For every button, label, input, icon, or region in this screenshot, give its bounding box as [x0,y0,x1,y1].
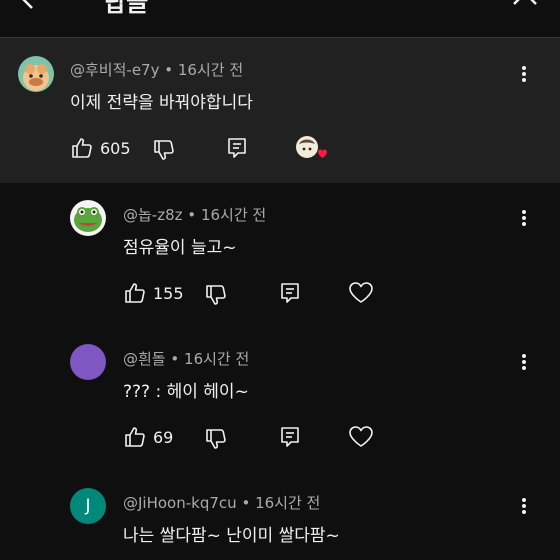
more-vert-icon [522,498,526,502]
more-options-button[interactable] [518,352,530,374]
more-vert-dot [522,222,526,226]
more-vert-icon [522,354,526,358]
thumb-down-icon [154,140,174,160]
more-vert-dot [522,366,526,370]
comment-text: ??? : 헤이 헤이~ [123,382,249,402]
creator-heart-icon [296,136,327,158]
avatar-image [70,200,106,236]
comment-time: 16시간 전 [255,494,321,512]
avatar[interactable] [70,200,106,236]
heart-icon [349,282,373,303]
more-vert-icon [522,66,526,70]
avatar[interactable]: J [70,488,106,524]
more-vert-dot [522,504,526,508]
replies-header: 답글 [0,0,560,38]
like-button[interactable]: 605 [70,136,131,160]
more-vert-dot [522,216,526,220]
like-count: 605 [100,138,131,158]
thumb-up-icon [72,138,92,158]
creator-heart-badge [294,134,328,164]
thumb-up-icon [125,283,145,303]
parent-comment: @후비적-e7y • 16시간 전 이제 전략을 바꿔야합니다 605 [0,38,560,183]
panel-title: 답글 [104,0,149,17]
like-count: 155 [153,283,184,303]
comment-meta: @후비적-e7y • 16시간 전 [70,59,243,80]
reply-item: @놉-z8z • 16시간 전 점유율이 늘고~ 155 [0,183,560,327]
back-button[interactable] [18,0,54,14]
like-button[interactable]: 155 [123,281,184,305]
meta-separator: • [187,206,197,224]
more-options-button[interactable] [518,64,530,86]
avatar[interactable] [70,344,106,380]
more-vert-dot [522,360,526,364]
meta-separator: • [164,61,174,79]
more-vert-dot [522,72,526,76]
comment-meta: @JiHoon-kq7cu • 16시간 전 [123,492,320,513]
close-button[interactable] [512,0,538,14]
reply-icon [281,283,299,303]
author-name[interactable]: @후비적-e7y [70,61,159,79]
reply-button[interactable] [225,136,249,160]
like-count: 69 [153,427,174,447]
comment-meta: @놉-z8z • 16시간 전 [123,204,266,225]
like-button[interactable]: 69 [123,425,173,449]
reply-item: @흰돌 • 16시간 전 ??? : 헤이 헤이~ 69 [0,327,560,471]
thumb-up-icon [125,427,145,447]
reply-icon [281,427,299,447]
back-arrow-icon [22,0,33,9]
comment-time: 16시간 전 [200,206,267,224]
heart-button[interactable] [348,425,374,449]
avatar[interactable] [18,56,54,92]
dislike-button[interactable] [204,283,228,307]
avatar-letter: J [85,496,91,516]
reply-icon [228,138,246,158]
dislike-button[interactable] [204,427,228,451]
more-options-button[interactable] [518,208,530,230]
close-icon [513,0,537,5]
author-name[interactable]: @흰돌 [123,350,166,368]
author-name[interactable]: @놉-z8z [123,206,183,224]
author-name[interactable]: @JiHoon-kq7cu [123,494,237,512]
reply-item: J @JiHoon-kq7cu • 16시간 전 나는 쌀다팜~ 난이미 쌀다팜… [0,471,560,560]
heart-icon [349,426,373,447]
comment-text: 점유율이 늘고~ [123,238,237,258]
comment-text: 나는 쌀다팜~ 난이미 쌀다팜~ [123,526,340,546]
heart-button[interactable] [348,281,374,305]
replies-panel: 답글 @후비적-e7y • 16시간 전 이제 전략을 바꿔야합니다 605 @… [0,0,560,560]
avatar-image [18,56,54,92]
meta-separator: • [241,494,251,512]
reply-button[interactable] [278,425,302,449]
more-vert-icon [522,210,526,214]
comment-time: 16시간 전 [177,61,244,79]
comment-time: 16시간 전 [184,350,250,368]
comment-meta: @흰돌 • 16시간 전 [123,348,249,369]
meta-separator: • [170,350,180,368]
thumb-down-icon [206,285,226,305]
reply-button[interactable] [278,281,302,305]
more-vert-dot [522,510,526,514]
dislike-button[interactable] [152,138,176,162]
more-vert-dot [522,78,526,82]
more-options-button[interactable] [518,496,530,518]
comment-text: 이제 전략을 바꿔야합니다 [70,93,253,113]
thumb-down-icon [206,429,226,449]
